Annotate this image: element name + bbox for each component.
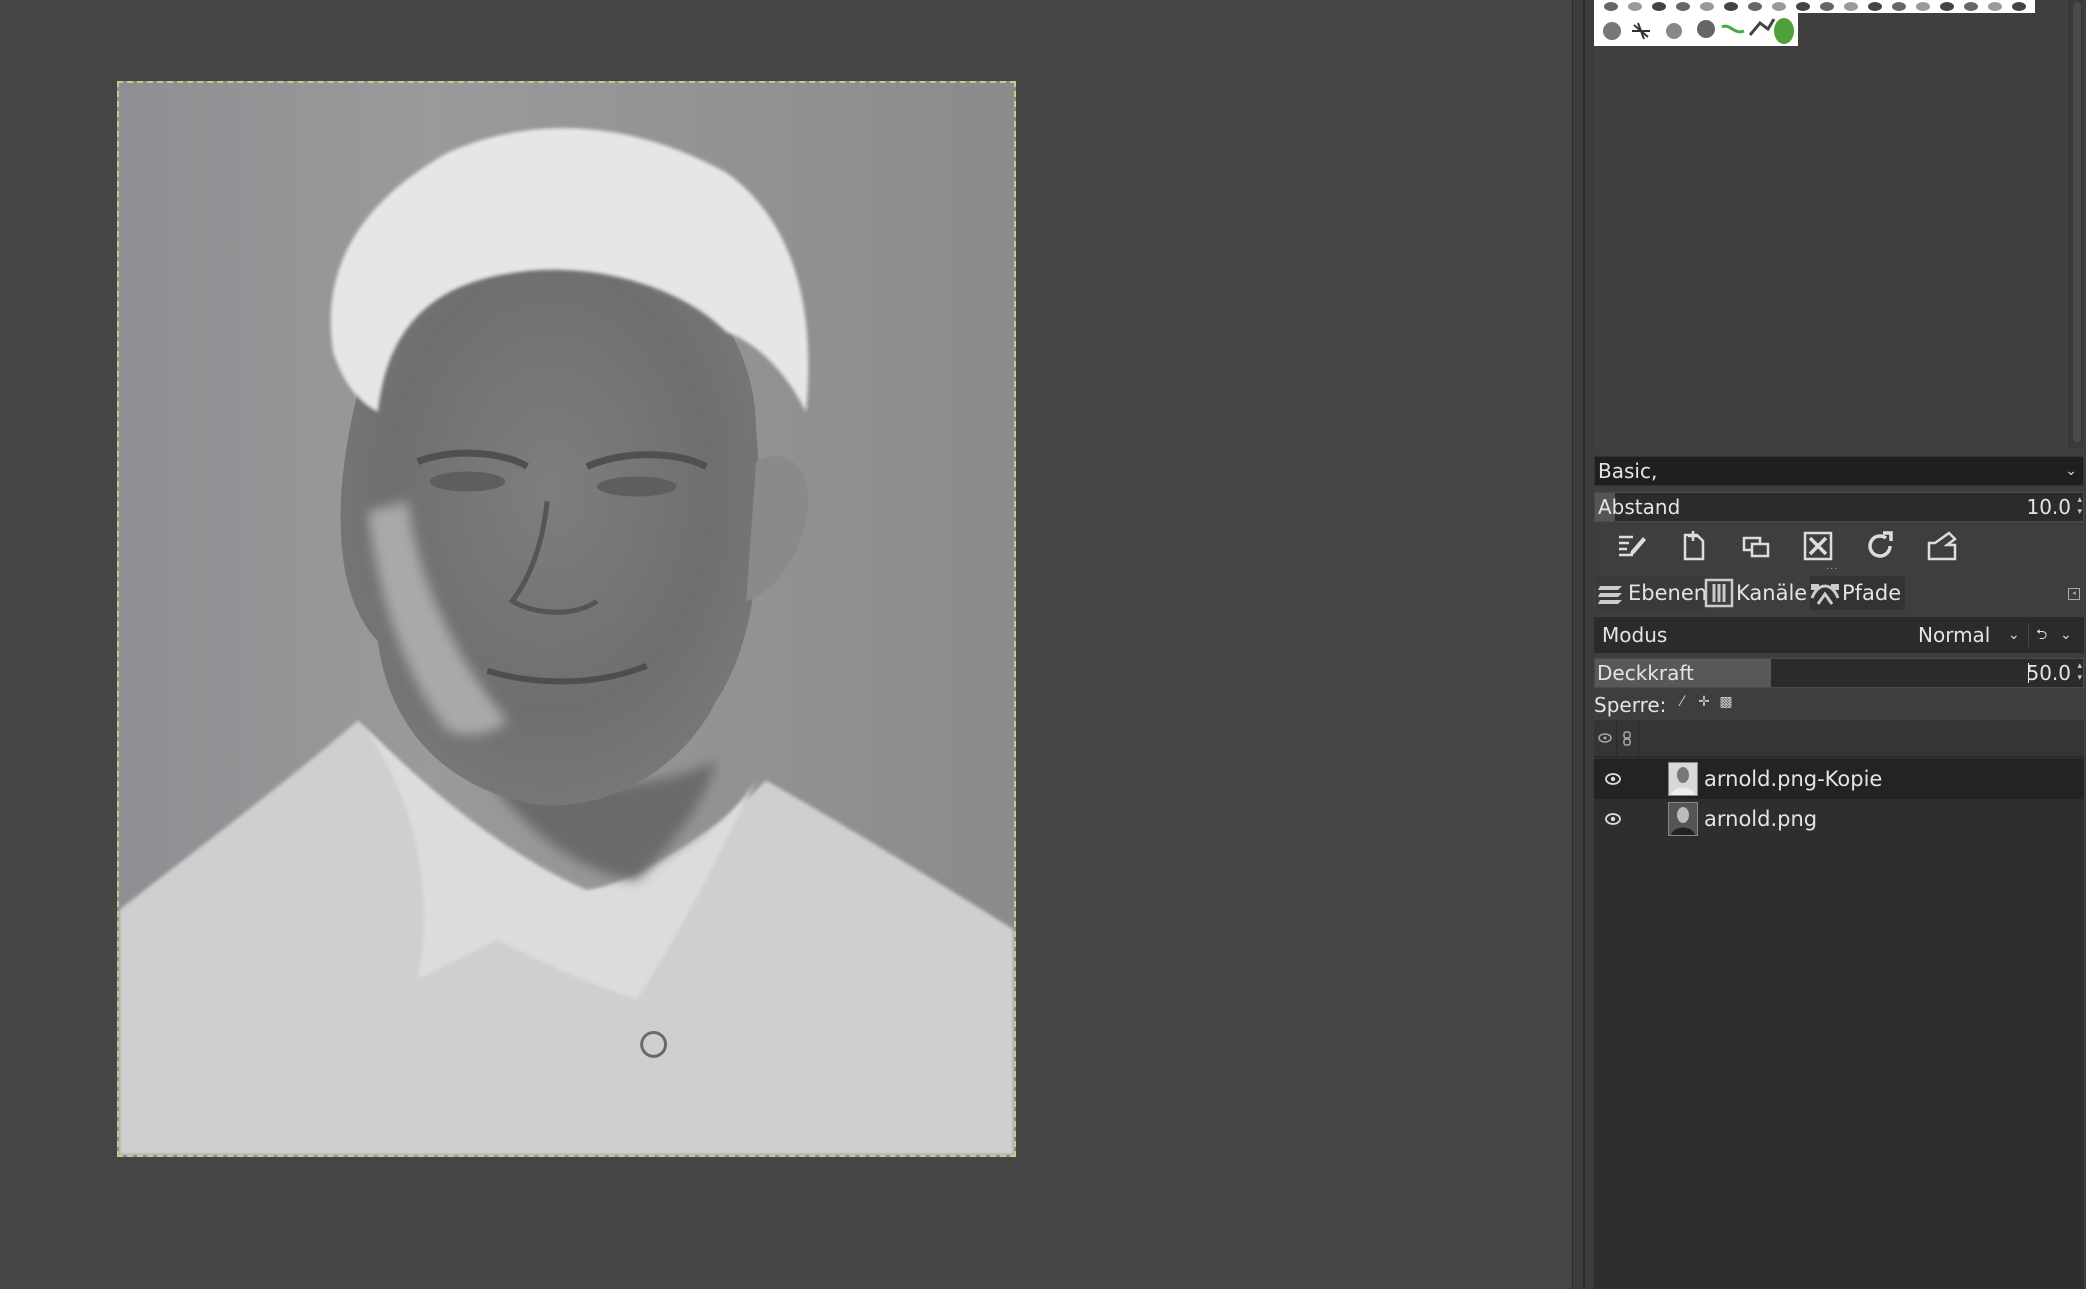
brush-thumbnails[interactable] <box>1594 13 1798 46</box>
opacity-label: Deckkraft <box>1597 661 1694 685</box>
eye-icon[interactable] <box>1604 771 1622 787</box>
brush-thumbnail[interactable] <box>1940 2 1954 11</box>
composite-mode-icon[interactable]: ⮌ <box>2036 617 2047 653</box>
brush-thumbnail[interactable] <box>1796 2 1810 11</box>
brush-thumbnail[interactable] <box>1916 2 1930 11</box>
layer-thumbnail <box>1668 762 1698 796</box>
brush-thumbnail[interactable] <box>2012 2 2026 11</box>
layer-thumbnail <box>1668 802 1698 836</box>
layer-name[interactable]: arnold.png <box>1704 799 1817 839</box>
new-brush-icon[interactable] <box>1674 528 1714 564</box>
brush-thumbnail[interactable] <box>1604 2 1618 11</box>
layer-row[interactable]: arnold.png <box>1594 799 2084 839</box>
brush-thumbnail[interactable] <box>1676 2 1690 11</box>
lock-row: Sperre: ⁄ ✛ ▩ <box>1594 692 2084 718</box>
lock-alpha-icon[interactable]: ▩ <box>1718 694 1734 710</box>
canvas-dock-separator <box>1572 0 1596 1289</box>
spin-arrows-icon[interactable]: ▴ ▾ <box>2077 494 2082 518</box>
brush-tag-value: Basic, <box>1598 459 1658 483</box>
spacing-label: Abstand <box>1598 495 1681 519</box>
chevron-down-icon[interactable]: ⌄ <box>2008 617 2020 653</box>
tab-layers[interactable]: Ebenen <box>1596 576 1708 610</box>
chevron-down-icon: ⌄ <box>2065 463 2077 479</box>
brush-thumbnail[interactable] <box>1844 2 1858 11</box>
brush-thumbnail[interactable] <box>1628 2 1642 11</box>
tab-menu-icon[interactable]: ◂ <box>2068 588 2080 600</box>
duplicate-brush-icon[interactable] <box>1736 528 1776 564</box>
right-dock: Basic, ⌄ Abstand 10.0 ▴ ▾ ··· Ebenen Kan… <box>1594 0 2086 1289</box>
lock-pixels-icon[interactable]: ⁄ <box>1674 694 1690 710</box>
brush-thumbnail[interactable] <box>1868 2 1882 11</box>
spin-arrows-icon[interactable]: ▴ ▾ <box>2077 660 2082 684</box>
brush-thumbnail[interactable] <box>1724 2 1738 11</box>
spacing-value: 10.0 <box>2026 495 2071 519</box>
eye-icon[interactable] <box>1604 811 1622 827</box>
delete-brush-icon[interactable] <box>1798 528 1838 564</box>
lock-label: Sperre: <box>1594 693 1667 717</box>
brush-thumbnail[interactable] <box>1892 2 1906 11</box>
visibility-column-header[interactable] <box>1594 720 1617 756</box>
eye-icon <box>1598 733 1612 743</box>
layers-list[interactable]: arnold.png-Kopie arnold.png <box>1594 757 2084 1289</box>
image-canvas-area[interactable] <box>0 0 1572 1289</box>
tab-paths-label: Pfade <box>1842 581 1902 605</box>
mode-label: Modus <box>1602 623 1668 647</box>
image-canvas[interactable] <box>117 81 1016 1157</box>
brush-thumbnail[interactable] <box>1820 2 1834 11</box>
dock-tabs: Ebenen Kanäle Pfade ◂ <box>1594 576 2084 612</box>
paths-icon <box>1810 584 1840 605</box>
edit-brush-icon[interactable] <box>1612 528 1652 564</box>
tab-layers-label: Ebenen <box>1628 581 1708 605</box>
lock-position-icon[interactable]: ✛ <box>1696 694 1712 710</box>
chevron-down-icon[interactable]: ⌄ <box>2060 617 2072 653</box>
brush-row[interactable] <box>1594 0 2035 13</box>
brush-thumbnail[interactable] <box>1964 2 1978 11</box>
brush-grid[interactable] <box>1594 0 2070 448</box>
tab-channels-label: Kanäle <box>1736 581 1808 605</box>
layer-mode-row: Modus Normal ⌄ ⮌ ⌄ <box>1594 617 2084 653</box>
layer-row-selected[interactable]: arnold.png-Kopie <box>1594 759 2084 799</box>
open-brush-folder-icon[interactable] <box>1922 528 1962 564</box>
tab-channels[interactable]: Kanäle <box>1704 576 1807 610</box>
opacity-slider[interactable]: Deckkraft 50.0 ▴ ▾ <box>1594 658 2084 688</box>
brush-thumbnail[interactable] <box>1652 2 1666 11</box>
tab-paths[interactable]: Pfade <box>1810 576 1906 610</box>
brush-row[interactable] <box>1594 13 1798 46</box>
layers-list-header <box>1594 720 2084 757</box>
brush-thumbnail[interactable] <box>1772 2 1786 11</box>
chain-icon <box>1623 731 1631 746</box>
brush-grid-scrollbar[interactable] <box>2070 0 2084 448</box>
brush-toolbar <box>1594 524 2084 568</box>
mode-select[interactable]: Normal <box>1918 617 1990 653</box>
spacing-slider[interactable]: Abstand 10.0 ▴ ▾ <box>1594 492 2084 522</box>
layers-icon <box>1598 586 1622 604</box>
brush-thumbnail[interactable] <box>1988 2 2002 11</box>
dock-grip[interactable]: ··· <box>1826 565 1848 575</box>
brush-thumbnail[interactable] <box>1748 2 1762 11</box>
portrait-image <box>119 83 1014 1155</box>
channels-icon <box>1704 578 1734 608</box>
refresh-brushes-icon[interactable] <box>1860 528 1900 564</box>
brush-thumbnail[interactable] <box>1700 2 1714 11</box>
opacity-value[interactable]: 50.0 <box>2026 659 2071 687</box>
layer-name[interactable]: arnold.png-Kopie <box>1704 759 1882 799</box>
chain-column-header[interactable] <box>1616 720 1639 756</box>
brush-tag-select[interactable]: Basic, ⌄ <box>1594 456 2084 486</box>
